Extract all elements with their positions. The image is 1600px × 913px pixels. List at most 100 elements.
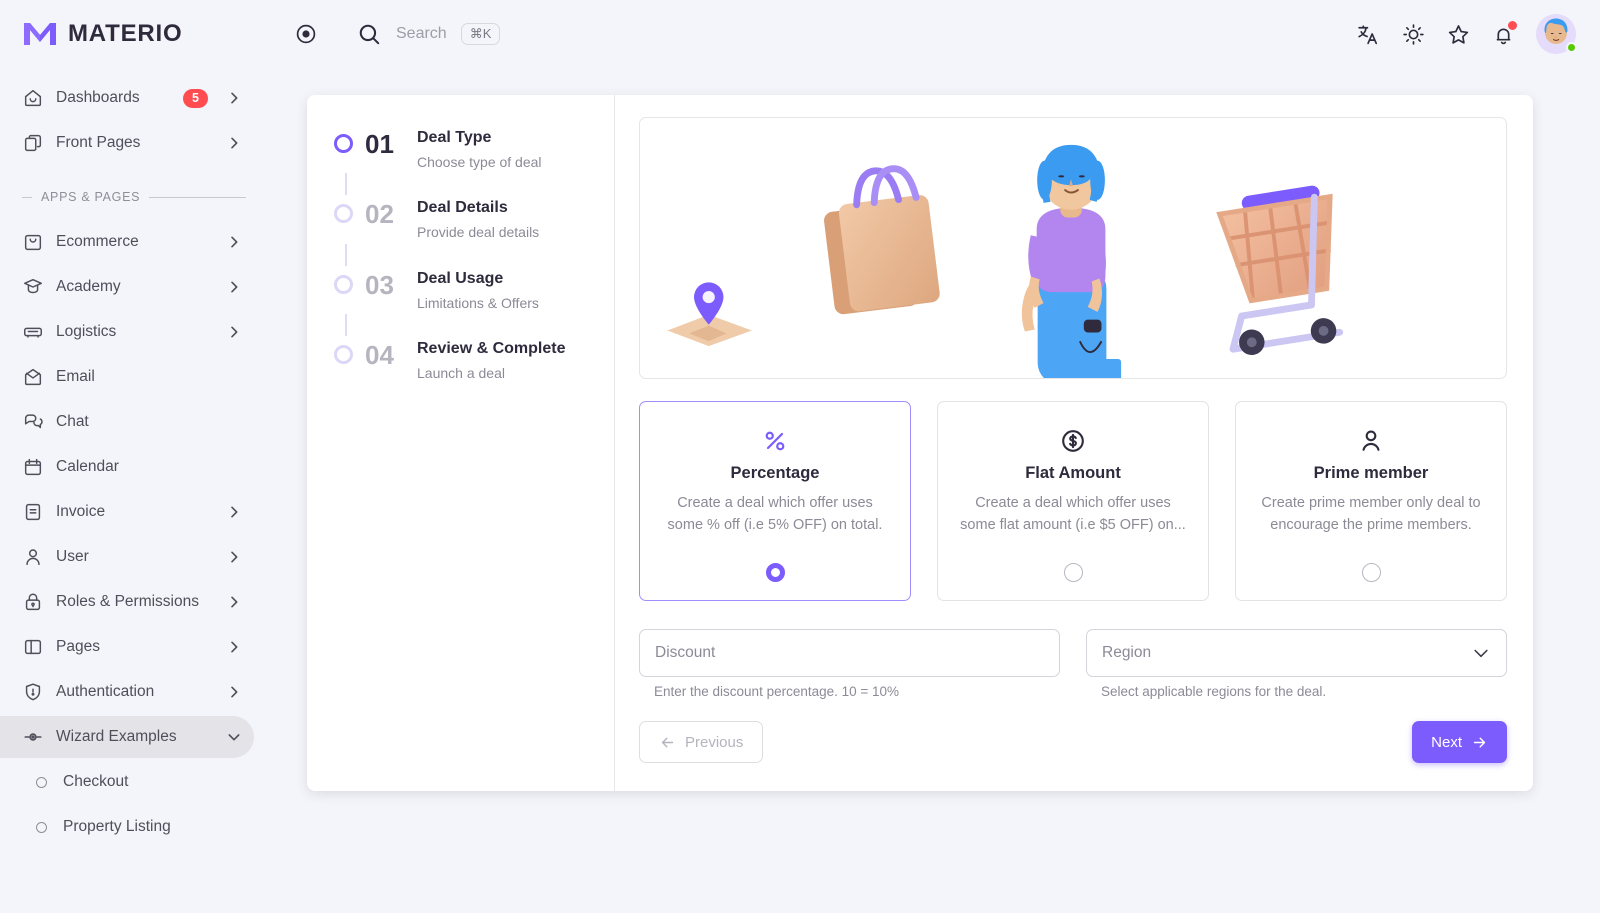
deal-type-title: Prime member (1313, 464, 1429, 482)
deal-type-card-prime-member[interactable]: Prime member Create prime member only de… (1235, 401, 1507, 601)
shopping-bag-icon (24, 234, 42, 251)
step-subtitle: Provide deal details (417, 224, 540, 241)
sidebar-item-front-pages[interactable]: Front Pages (0, 122, 254, 164)
record-circle-icon[interactable] (294, 22, 318, 46)
deal-type-radio[interactable] (1361, 563, 1381, 582)
shopping-bags-icon (824, 165, 940, 315)
discount-helper-text: Enter the discount percentage. 10 = 10% (654, 684, 900, 699)
region-helper-text: Select applicable regions for the deal. (1101, 684, 1327, 699)
deal-type-description: Create prime member only deal to encoura… (1261, 495, 1481, 534)
sidebar-item-invoice[interactable]: Invoice (0, 491, 254, 533)
top-bar: Search ⌘K (264, 0, 1600, 68)
chevron-down-icon (228, 734, 240, 741)
sidebar-item-logistics[interactable]: Logistics (0, 311, 254, 353)
deal-type-options: Percentage Create a deal which offer use… (639, 401, 1507, 601)
discount-placeholder: Discount (655, 644, 716, 661)
step-title: Deal Type (417, 129, 492, 146)
shopping-cart-icon (1216, 185, 1344, 356)
search-icon (359, 24, 380, 45)
step-connector (345, 173, 347, 196)
sidebar-item-label: User (56, 548, 89, 565)
chevron-right-icon (231, 551, 238, 563)
deal-type-radio[interactable] (765, 563, 785, 582)
step-number: 03 (365, 269, 394, 300)
sidebar-item-label: Roles & Permissions (56, 593, 199, 610)
layout-icon (24, 639, 42, 655)
discount-input[interactable]: Discount (639, 629, 1060, 677)
sidebar-item-checkout[interactable]: Checkout (0, 761, 254, 803)
step-number: 04 (365, 340, 394, 371)
form-fields: Discount Enter the discount percentage. … (639, 629, 1507, 699)
sidebar-item-label: Wizard Examples (56, 728, 177, 745)
sidebar-item-label: Invoice (56, 503, 106, 520)
brand-name: MATERIO (68, 20, 183, 47)
sidebar-item-user[interactable]: User (0, 536, 254, 578)
step-indicator-icon (334, 204, 353, 224)
sun-icon[interactable] (1401, 22, 1426, 47)
region-select[interactable]: Region (1086, 629, 1507, 677)
chevron-right-icon (231, 281, 238, 293)
sidebar-item-academy[interactable]: Academy (0, 266, 254, 308)
map-pin-icon (667, 282, 752, 347)
step-number: 01 (365, 129, 394, 159)
sidebar-item-label: Academy (56, 278, 121, 295)
step-deal-type[interactable]: 01 Deal Type Choose type of deal (334, 125, 614, 173)
bullet-icon (36, 776, 47, 788)
sidebar-nav: Dashboards 5 Front Pages APPS & PAGES Ec… (0, 68, 264, 913)
chevron-right-icon (231, 506, 238, 518)
sidebar-item-calendar[interactable]: Calendar (0, 446, 254, 488)
chevron-right-icon (231, 641, 238, 653)
sidebar-item-property-listing[interactable]: Property Listing (0, 806, 254, 848)
step-title: Review & Complete (417, 340, 566, 358)
search-input[interactable]: Search ⌘K (356, 21, 501, 47)
sidebar-item-label: Pages (56, 638, 100, 655)
search-shortcut: ⌘K (460, 23, 501, 45)
wizard-stepper: 01 Deal Type Choose type of deal 02 Deal… (307, 95, 615, 791)
bullet-icon (36, 821, 47, 833)
slider-icon (24, 733, 42, 741)
chevron-right-icon (231, 236, 238, 248)
step-number: 02 (365, 199, 394, 230)
hero-illustration (639, 117, 1507, 379)
step-subtitle: Limitations & Offers (417, 294, 539, 311)
chevron-right-icon (231, 686, 238, 698)
sidebar-item-label: Email (56, 368, 95, 385)
chevron-right-icon (231, 326, 238, 338)
sidebar-item-ecommerce[interactable]: Ecommerce (0, 221, 254, 263)
top-bar-actions (1356, 14, 1577, 54)
deal-type-title: Percentage (730, 464, 820, 482)
sidebar-item-wizard-examples[interactable]: Wizard Examples (0, 716, 254, 758)
step-subtitle: Choose type of deal (417, 154, 542, 170)
percent-icon (761, 426, 789, 456)
step-review-complete[interactable]: 04 Review & Complete Launch a deal (334, 336, 614, 384)
previous-button[interactable]: Previous (639, 721, 764, 763)
sidebar-item-label: Property Listing (63, 818, 171, 835)
next-button-label: Next (1431, 733, 1462, 751)
sidebar-item-authentication[interactable]: Authentication (0, 671, 254, 713)
step-deal-usage[interactable]: 03 Deal Usage Limitations & Offers (334, 266, 614, 314)
chat-bubble-icon (24, 414, 43, 429)
brand-logo[interactable]: MATERIO (0, 0, 264, 68)
step-deal-details[interactable]: 02 Deal Details Provide deal details (334, 195, 614, 243)
notifications-button[interactable] (1491, 20, 1517, 47)
deal-type-card-percentage[interactable]: Percentage Create a deal which offer use… (639, 401, 911, 601)
sidebar-section-apps-pages: APPS & PAGES (0, 176, 264, 218)
sidebar: MATERIO Dashboards 5 Front Pages APPS & … (0, 0, 264, 913)
translate-icon[interactable] (1356, 22, 1381, 47)
deal-type-radio[interactable] (1063, 563, 1083, 582)
wizard-content: Percentage Create a deal which offer use… (615, 95, 1533, 791)
star-icon[interactable] (1446, 22, 1471, 47)
avatar[interactable] (1536, 14, 1577, 54)
deal-type-card-flat-amount[interactable]: Flat Amount Create a deal which offer us… (937, 401, 1209, 601)
sidebar-item-label: Ecommerce (56, 233, 139, 250)
next-button[interactable]: Next (1412, 721, 1507, 763)
sidebar-item-roles-permissions[interactable]: Roles & Permissions (0, 581, 254, 623)
sidebar-item-dashboards[interactable]: Dashboards 5 (0, 77, 254, 119)
divider-right (149, 196, 246, 198)
sidebar-item-pages[interactable]: Pages (0, 626, 254, 668)
arrow-right-icon (1473, 737, 1486, 747)
sidebar-item-chat[interactable]: Chat (0, 401, 254, 443)
shield-icon (25, 683, 41, 701)
document-icon (25, 503, 41, 521)
sidebar-item-email[interactable]: Email (0, 356, 254, 398)
